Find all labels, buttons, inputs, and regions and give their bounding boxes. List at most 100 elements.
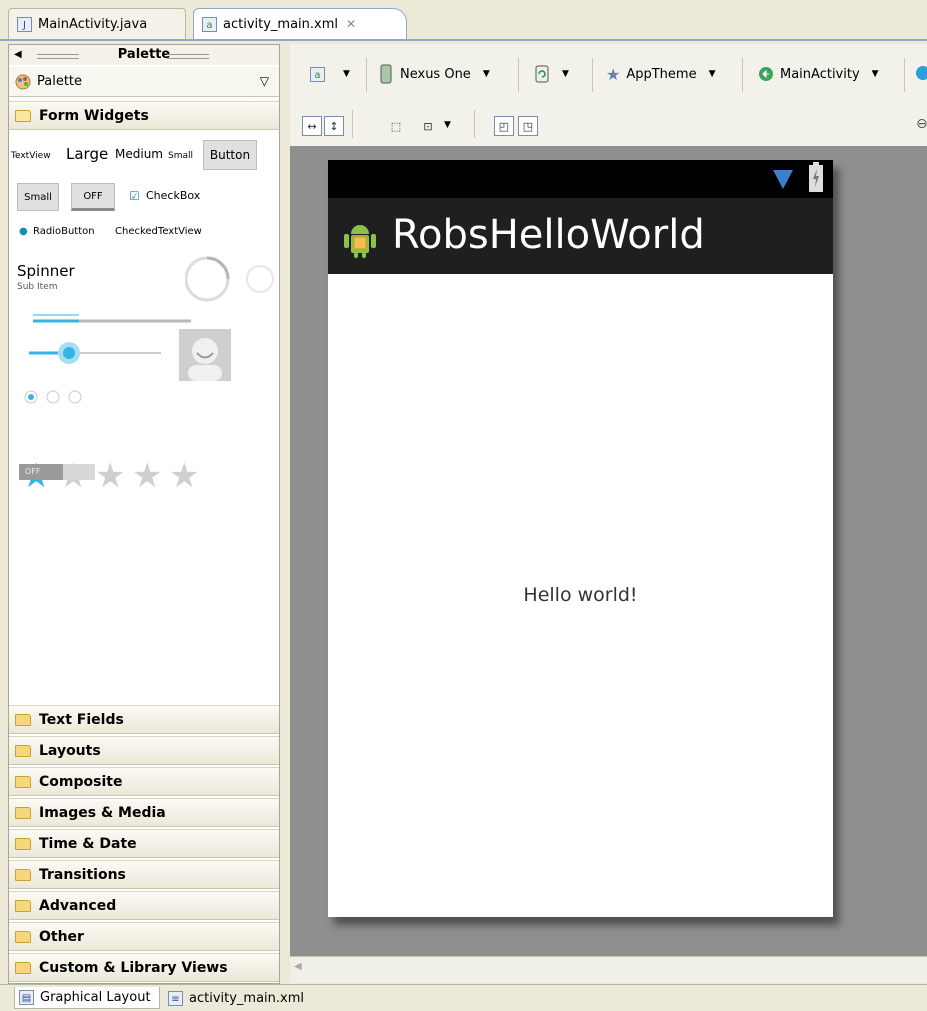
widget-toggle-button[interactable]: OFF bbox=[71, 183, 115, 211]
palette-header: ◀ Palette bbox=[9, 45, 279, 65]
zoom-icon[interactable]: ⊡ bbox=[418, 116, 438, 136]
android-app-icon bbox=[344, 225, 376, 258]
palette-panel: ◀ Palette Palette ▽ Form Widgets TextVie… bbox=[8, 44, 280, 984]
folder-icon bbox=[15, 775, 31, 788]
collapse-left-icon[interactable]: ◀ bbox=[14, 45, 22, 65]
toolbar-separator bbox=[518, 58, 519, 92]
device-dropdown[interactable]: Nexus One ▼ bbox=[380, 62, 490, 86]
tab-activity-main-xml[interactable]: a activity_main.xml ✕ bbox=[193, 8, 407, 39]
widget-small-text[interactable]: Small bbox=[168, 151, 193, 161]
grip-right-icon bbox=[167, 54, 209, 59]
editor-tab-bar: J MainActivity.java a activity_main.xml … bbox=[0, 0, 927, 40]
rotate-screen-icon bbox=[535, 65, 549, 83]
category-composite[interactable]: Composite bbox=[9, 767, 279, 796]
toggle-fill-width-icon[interactable]: ↔ bbox=[302, 116, 322, 136]
category-label: Text Fields bbox=[39, 711, 124, 728]
category-label: Composite bbox=[39, 773, 123, 790]
tab-main-activity-java[interactable]: J MainActivity.java bbox=[8, 8, 186, 39]
action-bar: RobsHelloWorld bbox=[328, 198, 833, 274]
seekbar-icon[interactable] bbox=[25, 340, 165, 366]
dropdown-arrow-icon: ▼ bbox=[562, 69, 569, 79]
widget-checkbox[interactable]: CheckBox bbox=[146, 189, 200, 202]
category-text-fields[interactable]: Text Fields bbox=[9, 705, 279, 734]
tab-xml-source[interactable]: ≡ activity_main.xml bbox=[164, 987, 316, 1009]
configuration-dropdown[interactable]: a ▼ bbox=[310, 62, 350, 86]
widget-textview[interactable]: TextView bbox=[11, 151, 51, 161]
star-theme-icon: ★ bbox=[606, 64, 621, 84]
device-label: Nexus One bbox=[400, 66, 471, 82]
hello-world-textview[interactable]: Hello world! bbox=[328, 584, 833, 606]
quick-contact-badge-icon[interactable] bbox=[179, 329, 231, 381]
progress-spinner-icon[interactable] bbox=[185, 255, 277, 303]
scroll-left-icon[interactable]: ◀ bbox=[294, 961, 302, 972]
widget-checkedtextview[interactable]: CheckedTextView bbox=[115, 226, 202, 237]
category-other[interactable]: Other bbox=[9, 922, 279, 951]
widget-radiobutton[interactable]: RadioButton bbox=[33, 226, 95, 237]
folder-icon bbox=[15, 806, 31, 819]
orientation-dropdown[interactable]: ▼ bbox=[534, 62, 569, 86]
folder-icon bbox=[15, 744, 31, 757]
status-bar bbox=[328, 160, 833, 198]
category-advanced[interactable]: Advanced bbox=[9, 891, 279, 920]
radio-group-icon[interactable] bbox=[23, 388, 93, 406]
radio-selected-icon: ● bbox=[19, 226, 28, 237]
toolbar-separator bbox=[474, 110, 475, 138]
category-custom-library-views[interactable]: Custom & Library Views bbox=[9, 953, 279, 982]
device-preview[interactable]: RobsHelloWorld Hello world! bbox=[328, 160, 833, 917]
category-label: Advanced bbox=[39, 897, 117, 914]
category-label: Layouts bbox=[39, 742, 101, 759]
category-label: Other bbox=[39, 928, 84, 945]
folder-icon bbox=[15, 868, 31, 881]
palette-select-label: Palette bbox=[37, 74, 83, 89]
tab-label: Graphical Layout bbox=[40, 990, 151, 1005]
tab-label: activity_main.xml bbox=[189, 990, 305, 1006]
layout-file-icon: a bbox=[310, 66, 325, 82]
category-transitions[interactable]: Transitions bbox=[9, 860, 279, 889]
activity-icon bbox=[759, 67, 773, 81]
widget-small-button[interactable]: Small bbox=[17, 183, 59, 211]
star-empty-icon: ★ bbox=[169, 456, 200, 496]
phone-icon bbox=[380, 64, 392, 84]
progress-bar-icon[interactable] bbox=[19, 309, 199, 329]
category-time-date[interactable]: Time & Date bbox=[9, 829, 279, 858]
emulate-real-size-icon[interactable]: ◰ bbox=[494, 116, 514, 136]
tab-graphical-layout[interactable]: ▤ Graphical Layout bbox=[14, 987, 160, 1009]
layout-actions-toolbar: ↔ ↕ ⬚ ⊡ ▼ ◰ ◳ ⊖ bbox=[290, 104, 927, 146]
palette-mode-select[interactable]: Palette ▽ bbox=[9, 67, 279, 97]
toolbar-separator bbox=[366, 58, 367, 92]
refresh-layout-icon[interactable]: ◳ bbox=[518, 116, 538, 136]
dropdown-arrow-icon: ▼ bbox=[871, 69, 879, 79]
folder-icon bbox=[15, 713, 31, 726]
tab-label: MainActivity.java bbox=[38, 16, 148, 32]
widget-button[interactable]: Button bbox=[203, 140, 257, 170]
theme-dropdown[interactable]: ★ AppTheme ▼ bbox=[606, 62, 716, 86]
dropdown-arrow-icon: ▼ bbox=[482, 69, 490, 79]
widget-spinner[interactable]: Spinner bbox=[17, 262, 75, 280]
widget-switch[interactable]: OFF bbox=[19, 464, 95, 480]
activity-dropdown[interactable]: MainActivity ▼ bbox=[758, 62, 879, 86]
category-label: Images & Media bbox=[39, 804, 166, 821]
show-margins-icon[interactable]: ⬚ bbox=[386, 116, 406, 136]
checkbox-checked-icon: ☑ bbox=[129, 189, 140, 203]
category-layouts[interactable]: Layouts bbox=[9, 736, 279, 765]
horizontal-scrollbar[interactable]: ◀ bbox=[290, 956, 927, 983]
widget-large-text[interactable]: Large bbox=[66, 145, 108, 163]
toolbar-separator bbox=[592, 58, 593, 92]
widget-medium-text[interactable]: Medium bbox=[115, 147, 163, 161]
toggle-fill-height-icon[interactable]: ↕ bbox=[324, 116, 344, 136]
app-title: RobsHelloWorld bbox=[392, 212, 705, 258]
folder-open-icon bbox=[15, 109, 31, 122]
category-form-widgets[interactable]: Form Widgets bbox=[9, 101, 279, 130]
grip-left-icon bbox=[37, 54, 79, 59]
close-tab-icon[interactable]: ✕ bbox=[346, 17, 356, 31]
zoom-fit-icon[interactable]: ⊖ bbox=[916, 116, 927, 132]
switch-label: OFF bbox=[19, 464, 63, 480]
dropdown-arrow-icon[interactable]: ▼ bbox=[444, 120, 451, 130]
category-label: Transitions bbox=[39, 866, 126, 883]
editor-mode-tabs: ▤ Graphical Layout ≡ activity_main.xml bbox=[0, 984, 927, 1011]
folder-icon bbox=[15, 961, 31, 974]
globe-locale-icon[interactable] bbox=[916, 66, 927, 80]
palette-icon bbox=[15, 74, 31, 89]
category-images-media[interactable]: Images & Media bbox=[9, 798, 279, 827]
dropdown-arrow-icon: ▼ bbox=[343, 69, 350, 79]
